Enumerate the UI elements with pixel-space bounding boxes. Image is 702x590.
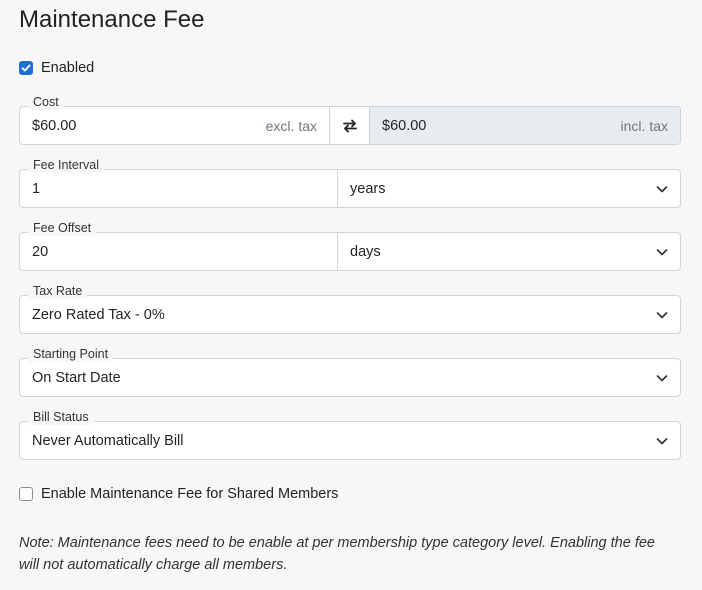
cost-incl-tax-input: $60.00 incl. tax (370, 107, 680, 144)
cost-excl-tax-input[interactable]: $60.00 excl. tax (20, 107, 330, 144)
fee-interval-label: Fee Interval (28, 157, 105, 173)
fee-offset-unit-value: days (350, 243, 381, 260)
chevron-down-icon (656, 372, 668, 384)
starting-point-field: Starting Point On Start Date (19, 346, 681, 397)
chevron-down-icon (656, 246, 668, 258)
tax-rate-field: Tax Rate Zero Rated Tax - 0% (19, 283, 681, 334)
fee-offset-label: Fee Offset (28, 220, 97, 236)
tax-rate-value: Zero Rated Tax - 0% (32, 306, 165, 323)
fee-offset-value: 20 (32, 243, 49, 260)
fee-interval-unit-select[interactable]: years (338, 170, 680, 207)
shared-members-checkbox-row[interactable]: Enable Maintenance Fee for Shared Member… (19, 486, 338, 502)
starting-point-select[interactable]: On Start Date (20, 359, 680, 396)
enabled-label: Enabled (41, 60, 95, 76)
cost-incl-value: $60.00 (382, 117, 427, 134)
fee-offset-unit-select[interactable]: days (338, 233, 680, 270)
shared-members-checkbox[interactable] (19, 487, 33, 501)
maintenance-fee-panel: Maintenance Fee Enabled Cost $60.00 excl… (0, 0, 702, 590)
bill-status-select[interactable]: Never Automatically Bill (20, 422, 680, 459)
maintenance-fee-note: Note: Maintenance fees need to be enable… (19, 535, 655, 573)
starting-point-value: On Start Date (32, 369, 121, 386)
fee-interval-input[interactable]: 1 (20, 170, 338, 207)
incl-tax-suffix: incl. tax (620, 117, 668, 134)
starting-point-label: Starting Point (28, 346, 114, 362)
bill-status-label: Bill Status (28, 409, 94, 425)
page-title: Maintenance Fee (19, 6, 205, 33)
fee-offset-field: Fee Offset 20 days (19, 220, 681, 271)
chevron-down-icon (656, 183, 668, 195)
fee-interval-unit-value: years (350, 180, 386, 197)
excl-tax-suffix: excl. tax (265, 117, 317, 134)
bill-status-field: Bill Status Never Automatically Bill (19, 409, 681, 460)
cost-excl-value: $60.00 (32, 117, 77, 134)
enabled-checkbox-row[interactable]: Enabled (19, 60, 94, 76)
tax-rate-label: Tax Rate (28, 283, 88, 299)
chevron-down-icon (656, 435, 668, 447)
shared-members-label: Enable Maintenance Fee for Shared Member… (41, 486, 339, 502)
swap-tax-button[interactable] (330, 107, 370, 144)
swap-arrows-icon (342, 119, 357, 132)
fee-interval-field: Fee Interval 1 years (19, 157, 681, 208)
cost-label: Cost (28, 94, 64, 110)
tax-rate-select[interactable]: Zero Rated Tax - 0% (20, 296, 680, 333)
fee-offset-input[interactable]: 20 (20, 233, 338, 270)
bill-status-value: Never Automatically Bill (32, 432, 184, 449)
cost-field: Cost $60.00 excl. tax $60.00 incl. tax (19, 94, 681, 145)
enabled-checkbox[interactable] (19, 61, 33, 75)
fee-interval-value: 1 (32, 180, 41, 197)
check-icon (21, 64, 31, 72)
chevron-down-icon (656, 309, 668, 321)
